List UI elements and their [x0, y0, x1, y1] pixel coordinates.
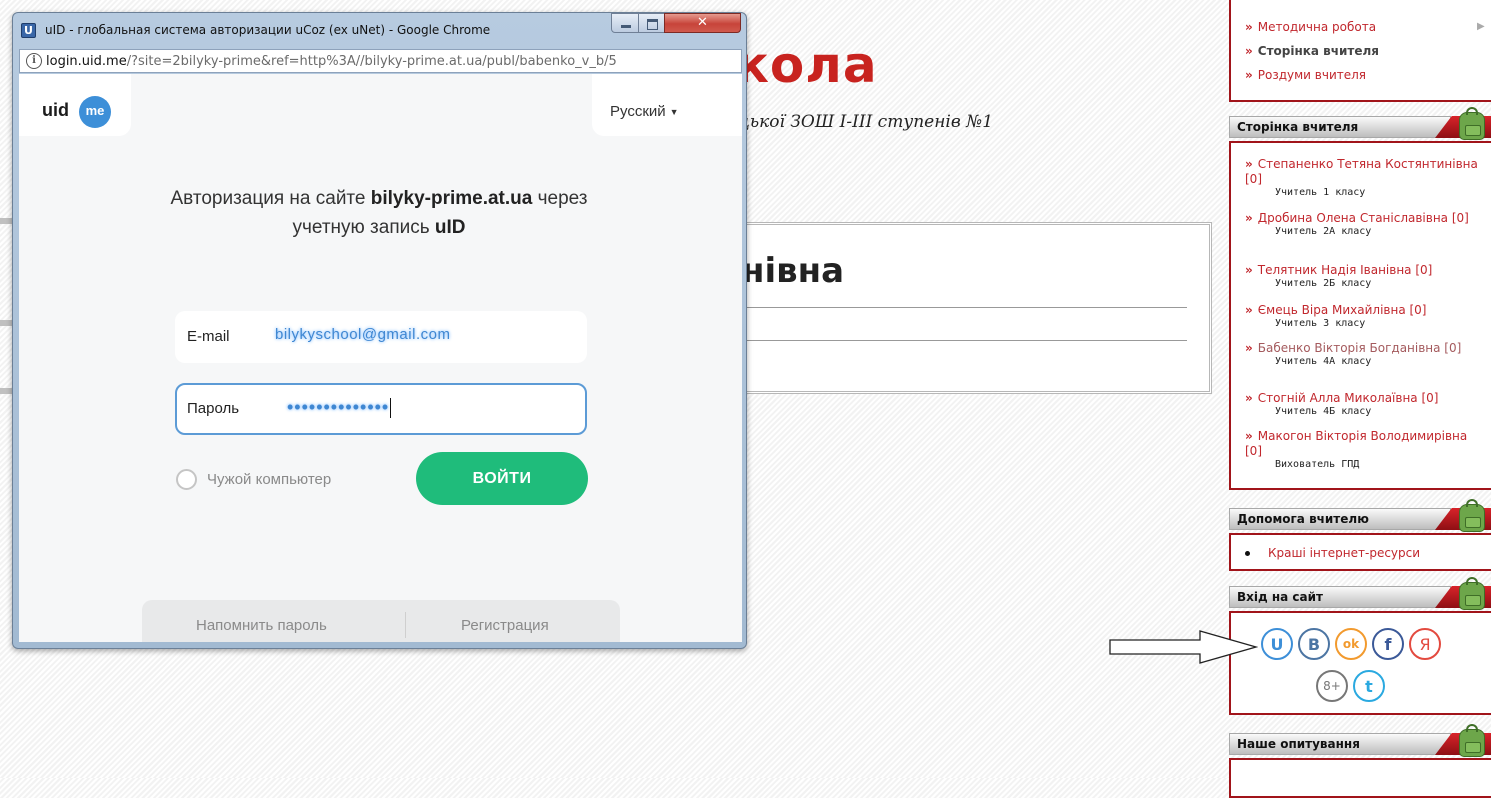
- bottom-links-bar: Напомнить пароль Регистрация: [142, 600, 620, 642]
- login-button[interactable]: ВОЙТИ: [416, 452, 588, 505]
- site-subtitle: цької ЗОШ І-ІІІ ступенів №1: [738, 112, 994, 132]
- poll-block: [1229, 758, 1491, 798]
- menu-item-methodical[interactable]: » Методична робота: [1245, 20, 1376, 34]
- content-heading: нівна: [741, 251, 845, 291]
- yandex-icon[interactable]: Я: [1409, 628, 1441, 660]
- language-selector[interactable]: Русский ▼: [610, 103, 679, 120]
- resource-link[interactable]: Краші інтернет-ресурси: [1245, 546, 1420, 560]
- window-controls: ✕: [611, 13, 741, 34]
- teachers-block-title: Сторінка вчителя: [1237, 120, 1359, 134]
- poll-block-header: Наше опитування: [1229, 724, 1491, 759]
- backpack-icon: [1459, 107, 1485, 140]
- twitter-icon[interactable]: t: [1353, 670, 1385, 702]
- maximize-button[interactable]: [638, 13, 665, 33]
- menu-item-teacher-page[interactable]: » Сторінка вчителя: [1245, 44, 1379, 58]
- uid-logo-badge: me: [79, 96, 111, 128]
- content-box: нівна: [700, 222, 1212, 394]
- login-block: U B ok f Я 8+ t: [1229, 611, 1491, 715]
- email-label: E-mail: [187, 328, 230, 345]
- login-block-header: Вхід на сайт: [1229, 577, 1491, 612]
- register-link[interactable]: Регистрация: [461, 617, 549, 634]
- poll-block-title: Наше опитування: [1237, 737, 1360, 751]
- menu-arrow-icon: ▶: [1477, 21, 1485, 32]
- auth-heading: Авторизация на сайте bilyky-prime.at.ua …: [170, 188, 588, 238]
- teacher-item[interactable]: » Дробина Олена Станіславівна [0] Учитель…: [1245, 211, 1485, 238]
- password-label: Пароль: [187, 400, 240, 417]
- remember-label[interactable]: Чужой компьютер: [207, 471, 331, 488]
- info-icon[interactable]: i: [26, 53, 42, 69]
- help-block-title: Допомога вчителю: [1237, 512, 1369, 526]
- teacher-item[interactable]: » Стогній Алла Миколаївна [0] Учитель 4Б …: [1245, 391, 1485, 418]
- remember-checkbox[interactable]: [176, 469, 197, 490]
- teacher-item[interactable]: » Бабенко Вікторія Богданівна [0] Учитель…: [1245, 341, 1485, 368]
- email-value[interactable]: bilykyschool@gmail.com: [275, 326, 450, 343]
- sidebar: » Методична робота ▶ » Сторінка вчителя » Р…: [1226, 0, 1491, 798]
- odnoklassniki-icon[interactable]: ok: [1335, 628, 1367, 660]
- logo-area: uid me: [19, 74, 131, 136]
- email-field[interactable]: E-mail bilykyschool@gmail.com: [175, 311, 587, 363]
- teachers-block-header: Сторінка вчителя: [1229, 107, 1491, 142]
- password-field[interactable]: Пароль ••••••••••••••: [175, 383, 587, 435]
- content-divider: [741, 307, 1187, 308]
- close-button[interactable]: ✕: [664, 13, 741, 33]
- menu-block: » Методична робота ▶ » Сторінка вчителя » Р…: [1229, 0, 1491, 102]
- teachers-block: » Степаненко Тетяна Костянтинівна [0] Учи…: [1229, 141, 1491, 490]
- left-edge-stub: [0, 218, 12, 224]
- left-edge-stub: [0, 320, 12, 326]
- language-area: Русский ▼: [592, 74, 742, 136]
- help-block: Краші інтернет-ресурси: [1229, 533, 1491, 571]
- login-block-title: Вхід на сайт: [1237, 590, 1324, 604]
- chrome-app-icon: U: [21, 23, 36, 38]
- content-divider: [741, 340, 1187, 341]
- left-edge-stub: [0, 388, 12, 394]
- minimize-button[interactable]: [611, 13, 639, 33]
- annotation-arrow-social: [1109, 630, 1258, 664]
- google-plus-icon[interactable]: 8+: [1316, 670, 1348, 702]
- window-title: uID - глобальная система авторизации uCo…: [45, 23, 491, 37]
- forgot-password-link[interactable]: Напомнить пароль: [196, 617, 327, 634]
- caret-down-icon: ▼: [669, 107, 679, 118]
- popup-page: uid me Русский ▼ Авторизация на сайте bil…: [19, 74, 742, 642]
- popup-window: U uID - глобальная система авторизации u…: [12, 12, 747, 649]
- links-divider: [405, 612, 406, 638]
- menu-item-reflections[interactable]: » Роздуми вчителя: [1245, 68, 1366, 82]
- teacher-item[interactable]: » Ємець Віра Михайлівна [0] Учитель 3 кла…: [1245, 303, 1485, 330]
- help-block-header: Допомога вчителю: [1229, 499, 1491, 534]
- facebook-icon[interactable]: f: [1372, 628, 1404, 660]
- url-text[interactable]: login.uid.me/?site=2bilyky-prime&ref=htt…: [46, 54, 736, 69]
- site-title: кола: [735, 36, 878, 94]
- teacher-item[interactable]: » Телятник Надія Іванівна [0] Учитель 2Б …: [1245, 263, 1485, 290]
- uid-icon[interactable]: U: [1261, 628, 1293, 660]
- backpack-icon: [1459, 499, 1485, 532]
- backpack-icon: [1459, 577, 1485, 610]
- address-bar[interactable]: i login.uid.me/?site=2bilyky-prime&ref=h…: [19, 49, 742, 73]
- vkontakte-icon[interactable]: B: [1298, 628, 1330, 660]
- uid-logo-text: uid: [42, 100, 69, 120]
- teacher-item[interactable]: » Макогон Вікторія Володимирівна [0] Вихо…: [1245, 429, 1485, 471]
- backpack-icon: [1459, 724, 1485, 757]
- password-value[interactable]: ••••••••••••••: [287, 397, 391, 418]
- teacher-item[interactable]: » Степаненко Тетяна Костянтинівна [0] Учи…: [1245, 157, 1485, 199]
